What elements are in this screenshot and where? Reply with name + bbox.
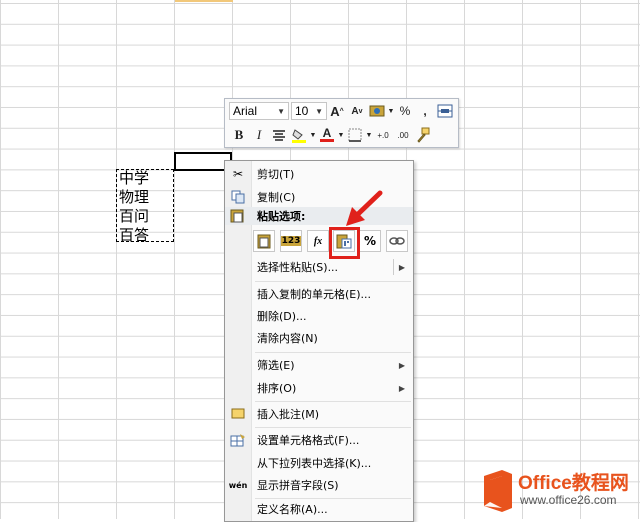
link-icon xyxy=(389,237,405,245)
menu-item-label: 剪切(T) xyxy=(257,168,295,181)
shrink-font-button[interactable]: Av xyxy=(347,102,367,120)
borders-icon xyxy=(348,128,362,142)
paste-formulas-button[interactable]: fx xyxy=(307,230,329,252)
menu-item-label: 复制(C) xyxy=(257,191,296,204)
scissors-icon: ✂ xyxy=(232,167,244,181)
cell-a3[interactable]: 百问 xyxy=(119,207,149,226)
mini-toolbar: Arial ▼ 10 ▼ A ^ Av ▼ % , B I ▼ A ▼ ▼ +.… xyxy=(224,98,459,148)
accounting-format-button[interactable] xyxy=(367,102,387,120)
watermark-url: www.office26.com xyxy=(520,493,617,507)
font-color-swatch xyxy=(320,139,334,142)
menu-item-paste-special[interactable]: 选择性粘贴(S)... ▶ xyxy=(225,256,413,278)
grow-font-button[interactable]: A ^ xyxy=(327,102,347,120)
merge-center-icon xyxy=(437,104,453,118)
format-painter-button[interactable] xyxy=(413,126,433,144)
percent-style-button[interactable]: % xyxy=(395,102,415,120)
paste-formatting-label: % xyxy=(363,234,377,248)
menu-item-insert-comment[interactable]: 插入批注(M) xyxy=(225,403,413,425)
shrink-font-label: A xyxy=(351,105,359,117)
cell-a2[interactable]: 物理 xyxy=(119,188,149,207)
menu-item-label: 删除(D)... xyxy=(257,310,307,323)
chevron-down-icon[interactable]: ▼ xyxy=(309,126,317,144)
menu-item-label: 清除内容(N) xyxy=(257,332,318,345)
paste-formatting-button[interactable]: % xyxy=(359,230,381,252)
menu-separator xyxy=(255,352,411,353)
menu-item-label: 插入批注(M) xyxy=(257,408,320,421)
annotation-arrow-icon xyxy=(346,190,383,226)
align-center-icon xyxy=(273,130,285,141)
font-color-button[interactable]: A xyxy=(317,126,337,144)
menu-item-clear-contents[interactable]: 清除内容(N) xyxy=(225,327,413,349)
menu-item-delete[interactable]: 删除(D)... xyxy=(225,305,413,327)
selected-column-indicator xyxy=(175,0,233,2)
menu-separator xyxy=(255,401,411,402)
menu-item-label: 显示拼音字段(S) xyxy=(257,479,339,492)
menu-item-label: 从下拉列表中选择(K)... xyxy=(257,457,372,470)
split-divider xyxy=(393,259,394,275)
clipboard-icon xyxy=(257,234,271,249)
borders-button[interactable] xyxy=(345,126,365,144)
font-name-value: Arial xyxy=(233,104,258,118)
font-size-value: 10 xyxy=(295,104,309,118)
comma-style-button[interactable]: , xyxy=(415,102,435,120)
decrease-decimal-button[interactable]: .00 xyxy=(393,126,413,144)
menu-item-filter[interactable]: 筛选(E) ▶ xyxy=(225,354,413,376)
paste-formulas-label: fx xyxy=(313,235,323,247)
menu-separator xyxy=(255,281,411,282)
menu-item-label: 排序(O) xyxy=(257,382,297,395)
paste-values-label: 123 xyxy=(280,236,302,246)
menu-item-label: 定义名称(A)... xyxy=(257,503,328,516)
chevron-right-icon: ▶ xyxy=(398,262,405,272)
bold-button[interactable]: B xyxy=(229,126,249,144)
chevron-down-icon[interactable]: ▼ xyxy=(365,126,373,144)
paste-button[interactable] xyxy=(253,230,275,252)
format-painter-grid-button[interactable] xyxy=(435,102,455,120)
fill-color-button[interactable] xyxy=(289,126,309,144)
menu-separator xyxy=(255,427,411,428)
cell-a4[interactable]: 百答 xyxy=(119,226,149,245)
copy-icon xyxy=(230,189,246,205)
menu-item-define-name[interactable]: 定义名称(A)... xyxy=(225,498,413,520)
menu-item-pick-from-list[interactable]: 从下拉列表中选择(K)... xyxy=(225,452,413,474)
format-painter-icon xyxy=(417,127,430,143)
font-size-select[interactable]: 10 ▼ xyxy=(291,102,327,120)
font-name-select[interactable]: Arial ▼ xyxy=(229,102,289,120)
menu-item-label: 选择性粘贴(S)... xyxy=(257,261,339,274)
menu-item-label: 插入复制的单元格(E)... xyxy=(257,288,372,301)
menu-item-label: 设置单元格格式(F)... xyxy=(257,434,360,447)
chevron-down-icon: ▼ xyxy=(315,106,323,116)
menu-item-sort[interactable]: 排序(O) ▶ xyxy=(225,377,413,399)
chevron-right-icon: ▶ xyxy=(398,360,405,370)
currency-icon xyxy=(369,105,385,117)
paste-link-button[interactable] xyxy=(386,230,408,252)
menu-item-cut[interactable]: ✂ 剪切(T) xyxy=(225,163,413,185)
cell-a1[interactable]: 中学 xyxy=(119,169,149,188)
highlight-box xyxy=(329,227,360,259)
increase-decimal-button[interactable]: +.0 xyxy=(373,126,393,144)
menu-item-insert-copied-cells[interactable]: 插入复制的单元格(E)... xyxy=(225,283,413,305)
watermark-logo: Office教程网 www.office26.com xyxy=(470,462,640,519)
chevron-right-icon: ▶ xyxy=(398,383,405,393)
phonetic-icon: wén xyxy=(228,480,248,490)
menu-item-format-cells[interactable]: 设置单元格格式(F)... xyxy=(225,429,413,451)
comment-icon xyxy=(230,406,246,422)
italic-button[interactable]: I xyxy=(249,126,269,144)
chevron-down-icon[interactable]: ▼ xyxy=(337,126,345,144)
watermark-brand: Office教程网 xyxy=(518,473,629,494)
menu-item-label: 筛选(E) xyxy=(257,359,295,372)
paint-bucket-icon xyxy=(292,129,306,143)
paste-values-button[interactable]: 123 xyxy=(280,230,302,252)
menu-item-phonetic[interactable]: wén 显示拼音字段(S) xyxy=(225,474,413,496)
office-logo-icon xyxy=(484,470,512,512)
clipboard-icon xyxy=(230,208,244,226)
paste-options-label: 粘贴选项: xyxy=(257,210,306,223)
chevron-down-icon[interactable]: ▼ xyxy=(387,102,395,120)
center-align-button[interactable] xyxy=(269,126,289,144)
font-color-letter: A xyxy=(322,126,332,140)
grow-font-label: A xyxy=(330,103,340,119)
format-cells-icon xyxy=(230,432,246,448)
chevron-down-icon: ▼ xyxy=(277,106,285,116)
